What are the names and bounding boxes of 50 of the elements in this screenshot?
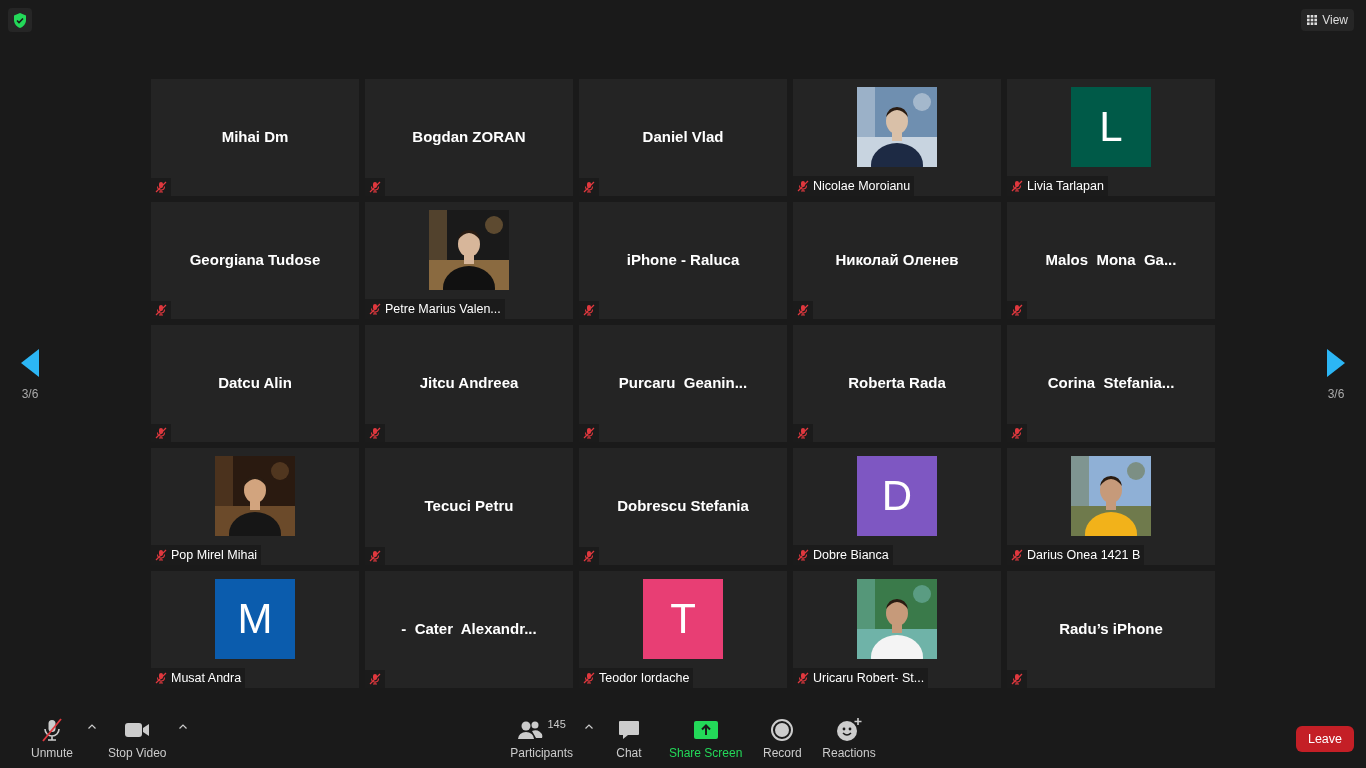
page-indicator: 3/6	[21, 387, 39, 401]
participant-name: Teodor Iordache	[599, 671, 690, 685]
share-screen-icon	[693, 718, 718, 742]
participant-name: Uricaru Robert- St...	[813, 671, 925, 685]
participant-name: Corina Stefania...	[1047, 374, 1175, 391]
next-page-arrow[interactable]	[1327, 349, 1345, 377]
participant-name: Nicolae Moroianu	[813, 179, 911, 193]
record-button[interactable]: Record	[750, 712, 815, 766]
participant-name: Datcu Alin	[218, 374, 292, 391]
participant-name: - Cater Alexandr...	[401, 620, 537, 637]
record-icon	[770, 718, 795, 742]
participant-name: Georgiana Tudose	[189, 251, 321, 268]
view-button[interactable]: View	[1301, 9, 1354, 31]
participant-name: Darius Onea 1421 B	[1027, 548, 1141, 562]
participant-name: Malos Mona Ga...	[1045, 251, 1177, 268]
participant-name: Jitcu Andreea	[419, 374, 519, 391]
avatar: T	[643, 578, 723, 659]
participant-count: 145	[547, 718, 566, 730]
participant-name: Dobrescu Stefania	[617, 497, 749, 514]
video-button[interactable]: Stop Video	[100, 712, 175, 766]
avatar: D	[857, 455, 937, 536]
participant-name: Dobre Bianca	[813, 548, 889, 562]
leave-button[interactable]: Leave	[1295, 726, 1354, 752]
avatar: M	[215, 578, 295, 659]
smiley-plus-icon	[836, 718, 863, 742]
participant-name: Petre Marius Valen...	[385, 302, 501, 316]
participant-name: Purcaru Geanin...	[618, 374, 748, 391]
participants-button[interactable]: 145 Participants	[502, 712, 581, 766]
participant-name: Tecuci Petru	[424, 497, 514, 514]
participant-name: Daniel Vlad	[642, 128, 724, 145]
avatar: L	[1071, 86, 1151, 167]
participant-name: Bogdan ZORAN	[412, 128, 526, 145]
reactions-button[interactable]: Reactions	[814, 712, 884, 766]
mic-button[interactable]: Unmute	[20, 712, 84, 766]
page-indicator: 3/6	[1327, 387, 1345, 401]
grid-icon	[1307, 15, 1318, 25]
participant-name: Musat Andra	[171, 671, 242, 685]
participant-name: Mihai Dm	[221, 128, 289, 145]
chat-bubble-icon	[616, 718, 641, 742]
participant-name: iPhone - Raluca	[626, 251, 740, 268]
shield-check-icon	[13, 12, 27, 28]
participant-name: Николай Оленев	[835, 251, 959, 268]
previous-page-arrow[interactable]	[21, 349, 39, 377]
participant-name: Radu’s iPhone	[1059, 620, 1163, 637]
participant-name: Roberta Rada	[848, 374, 946, 391]
participant-name: Livia Tarlapan	[1027, 179, 1104, 193]
share-button[interactable]: Share Screen	[660, 712, 751, 766]
participant-name: Pop Mirel Mihai	[171, 548, 258, 562]
security-badge[interactable]	[8, 8, 32, 32]
chat-button[interactable]: Chat	[596, 712, 661, 766]
